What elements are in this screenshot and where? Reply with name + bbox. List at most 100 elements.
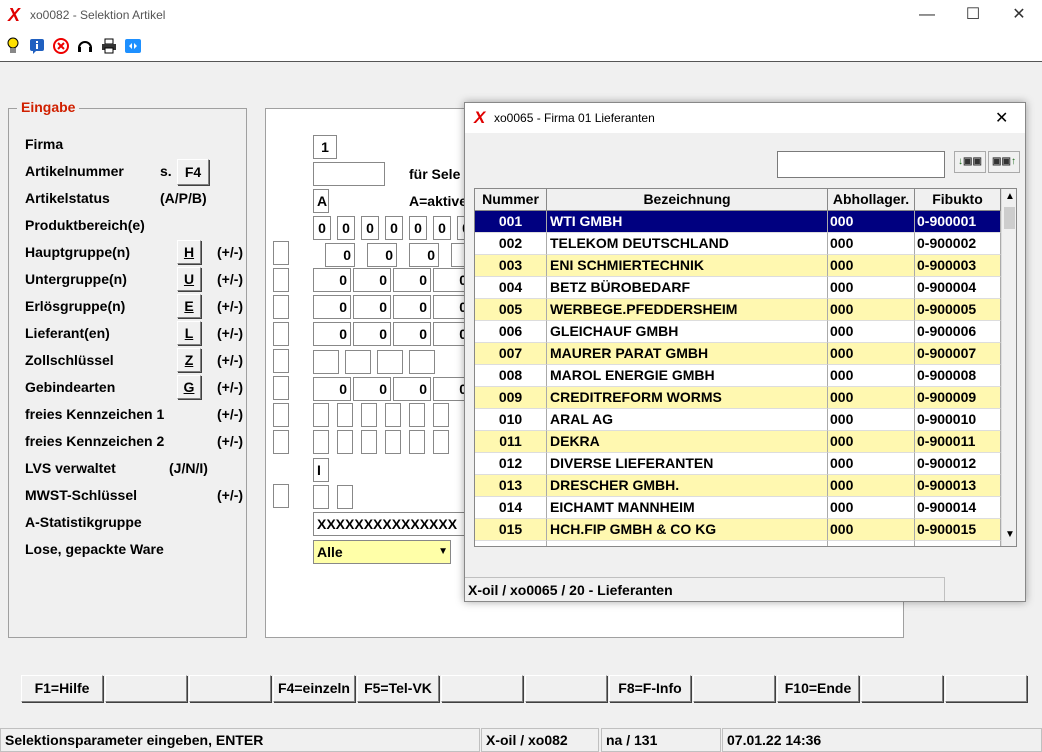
- fkey-button-5[interactable]: F5=Tel-VK: [357, 675, 439, 702]
- artikelstatus-field[interactable]: A: [313, 189, 329, 213]
- table-row[interactable]: 001 WTI GMBH 000 0-900001: [475, 211, 1001, 233]
- statistik-field[interactable]: XXXXXXXXXXXXXXX: [313, 512, 465, 536]
- kennzeichen-field-row-10[interactable]: [337, 403, 353, 427]
- key-button-f4[interactable]: F4: [177, 159, 209, 185]
- scroll-down-icon[interactable]: ▼: [1005, 529, 1015, 540]
- produktbereich-field[interactable]: 0: [433, 216, 451, 240]
- kennzeichen-field-row-10[interactable]: [385, 403, 401, 427]
- kennzeichen-field-row-10[interactable]: [409, 403, 425, 427]
- produktbereich-field[interactable]: 0: [337, 216, 355, 240]
- close-button[interactable]: ✕: [996, 0, 1042, 32]
- search-up-button[interactable]: ▣▣↑: [988, 151, 1020, 173]
- kennzeichen-field-row-11[interactable]: [361, 430, 377, 454]
- group-field-row-6[interactable]: 0: [393, 295, 431, 319]
- fkey-button-1[interactable]: F1=Hilfe: [21, 675, 103, 702]
- zollschluessel-field[interactable]: [377, 350, 403, 374]
- fkey-button-6[interactable]: [441, 675, 523, 702]
- sign-field-row-8[interactable]: [273, 349, 289, 373]
- fkey-button-11[interactable]: [861, 675, 943, 702]
- info-icon[interactable]: [28, 37, 46, 55]
- table-row[interactable]: 005 WERBEGE.PFEDDERSHEIM 000 0-900005: [475, 299, 1001, 321]
- table-row[interactable]: 011 DEKRA 000 0-900011: [475, 431, 1001, 453]
- printer-icon[interactable]: [100, 37, 118, 55]
- remote-icon[interactable]: [124, 37, 142, 55]
- fkey-button-12[interactable]: [945, 675, 1027, 702]
- fkey-button-8[interactable]: F8=F-Info: [609, 675, 691, 702]
- group-field-row-5[interactable]: 0: [313, 268, 351, 292]
- kennzeichen-field-row-11[interactable]: [409, 430, 425, 454]
- sign-field-row-7[interactable]: [273, 322, 289, 346]
- key-button-g[interactable]: G: [177, 375, 201, 399]
- kennzeichen-field-row-10[interactable]: [313, 403, 329, 427]
- table-row[interactable]: 007 MAURER PARAT GMBH 000 0-900007: [475, 343, 1001, 365]
- zollschluessel-field[interactable]: [313, 350, 339, 374]
- search-input[interactable]: [777, 151, 945, 178]
- key-button-u[interactable]: U: [177, 267, 201, 291]
- produktbereich-field[interactable]: 0: [313, 216, 331, 240]
- vertical-scrollbar[interactable]: ▲ ▼: [1001, 189, 1016, 546]
- gebindeart-field[interactable]: 0: [393, 377, 431, 401]
- mwst-field[interactable]: [313, 485, 329, 509]
- produktbereich-field[interactable]: 0: [385, 216, 403, 240]
- kennzeichen-field-row-11[interactable]: [313, 430, 329, 454]
- kennzeichen-field-row-10[interactable]: [433, 403, 449, 427]
- fkey-button-2[interactable]: [105, 675, 187, 702]
- column-header-bezeichnung[interactable]: Bezeichnung: [547, 189, 828, 211]
- group-field-row-6[interactable]: 0: [313, 295, 351, 319]
- table-row[interactable]: 013 DRESCHER GMBH. 000 0-900013: [475, 475, 1001, 497]
- group-field-row-5[interactable]: 0: [393, 268, 431, 292]
- gebindeart-field[interactable]: 0: [313, 377, 351, 401]
- key-button-z[interactable]: Z: [177, 348, 201, 372]
- kennzeichen-field-row-11[interactable]: [385, 430, 401, 454]
- fkey-button-4[interactable]: F4=einzeln: [273, 675, 355, 702]
- kennzeichen-field-row-11[interactable]: [337, 430, 353, 454]
- table-row[interactable]: 004 BETZ BÜROBEDARF 000 0-900004: [475, 277, 1001, 299]
- lvs-field[interactable]: I: [313, 458, 329, 482]
- sign-field-row-9[interactable]: [273, 376, 289, 400]
- cancel-icon[interactable]: [52, 37, 70, 55]
- lose-select[interactable]: Alle ▼: [313, 540, 451, 564]
- fkey-button-7[interactable]: [525, 675, 607, 702]
- kennzeichen-field-row-10[interactable]: [361, 403, 377, 427]
- key-button-h[interactable]: H: [177, 240, 201, 264]
- table-row[interactable]: 010 ARAL AG 000 0-900010: [475, 409, 1001, 431]
- column-header-abhollager[interactable]: Abhollager.: [828, 189, 915, 211]
- table-row[interactable]: 009 CREDITREFORM WORMS 000 0-900009: [475, 387, 1001, 409]
- key-button-e[interactable]: E: [177, 294, 201, 318]
- fkey-button-3[interactable]: [189, 675, 271, 702]
- fkey-button-10[interactable]: F10=Ende: [777, 675, 859, 702]
- chevron-down-icon[interactable]: ▼: [438, 541, 448, 563]
- sign-field-row-10[interactable]: [273, 403, 289, 427]
- zollschluessel-field[interactable]: [345, 350, 371, 374]
- maximize-button[interactable]: ☐: [950, 0, 996, 32]
- group-field-row-7[interactable]: 0: [393, 322, 431, 346]
- headset-icon[interactable]: [76, 37, 94, 55]
- produktbereich-field[interactable]: 0: [361, 216, 379, 240]
- kennzeichen-field-row-11[interactable]: [433, 430, 449, 454]
- lightbulb-icon[interactable]: [4, 37, 22, 55]
- hauptgruppe-field[interactable]: 0: [409, 243, 439, 267]
- fkey-button-9[interactable]: [693, 675, 775, 702]
- table-row[interactable]: 003 ENI SCHMIERTECHNIK 000 0-900003: [475, 255, 1001, 277]
- key-button-l[interactable]: L: [177, 321, 201, 345]
- group-field-row-7[interactable]: 0: [353, 322, 391, 346]
- sign-field-row-5[interactable]: [273, 268, 289, 292]
- table-row[interactable]: 016NEUMANN & WOLFF OHG0000-900016: [475, 541, 1001, 546]
- search-down-button[interactable]: ↓▣▣: [954, 151, 986, 173]
- scroll-thumb[interactable]: [1004, 207, 1015, 229]
- zollschluessel-field[interactable]: [409, 350, 435, 374]
- table-row[interactable]: 014 EICHAMT MANNHEIM 000 0-900014: [475, 497, 1001, 519]
- sign-field-row-6[interactable]: [273, 295, 289, 319]
- produktbereich-field[interactable]: 0: [409, 216, 427, 240]
- table-row[interactable]: 015 HCH.FIP GMBH & CO KG 000 0-900015: [475, 519, 1001, 541]
- column-header-nummer[interactable]: Nummer: [475, 189, 547, 211]
- group-field-row-5[interactable]: 0: [353, 268, 391, 292]
- table-row[interactable]: 006 GLEICHAUF GMBH 000 0-900006: [475, 321, 1001, 343]
- group-field-row-7[interactable]: 0: [313, 322, 351, 346]
- sign-field-row-11[interactable]: [273, 430, 289, 454]
- artikelnummer-field[interactable]: [313, 162, 385, 186]
- dialog-close-button[interactable]: ✕: [995, 108, 1008, 128]
- table-row[interactable]: 008 MAROL ENERGIE GMBH 000 0-900008: [475, 365, 1001, 387]
- mwst-field[interactable]: [337, 485, 353, 509]
- group-field-row-6[interactable]: 0: [353, 295, 391, 319]
